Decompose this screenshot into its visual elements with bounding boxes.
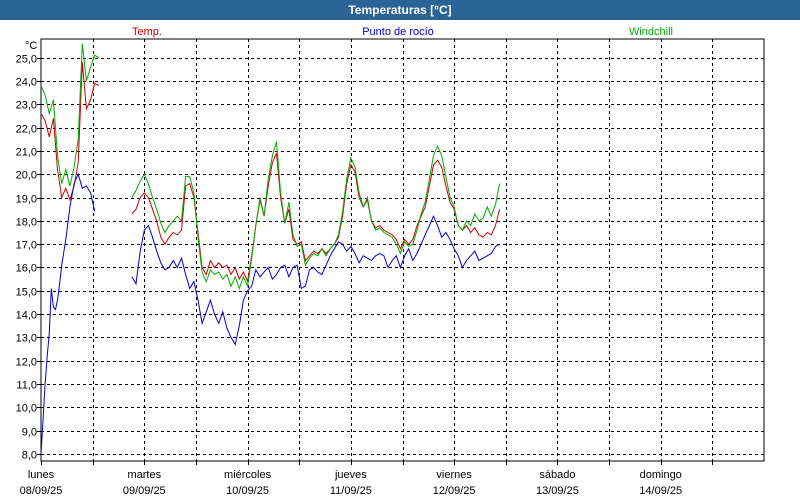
- x-tick-label-day: jueves: [334, 469, 367, 481]
- y-tick-label: 9,0: [22, 427, 37, 439]
- y-tick-label: 18,0: [16, 217, 37, 229]
- y-tick-label: 20,0: [16, 170, 37, 182]
- y-tick-label: 16,0: [16, 263, 37, 275]
- y-tick-label: 25,0: [16, 54, 37, 66]
- y-tick-label: 19,0: [16, 194, 37, 206]
- legend-entry: Temp.: [132, 26, 162, 38]
- y-tick-label: 14,0: [16, 310, 37, 322]
- x-tick-label-date: 09/09/25: [123, 485, 166, 497]
- y-tick-label: 13,0: [16, 333, 37, 345]
- x-tick-label-date: 12/09/25: [433, 485, 476, 497]
- window-title: Temperaturas [°C]: [0, 0, 800, 20]
- x-tick-label-date: 10/09/25: [226, 485, 269, 497]
- grid-layer: [40, 38, 765, 462]
- temperature-chart: 8,0 9,0 10,0 11,0 12,0 13,0 14,0 15,0 16,0 17,0 18…: [16, 26, 765, 497]
- y-axis-label: °C: [25, 40, 37, 52]
- plot-frame: [40, 38, 765, 462]
- x-tick-label-date: 14/09/25: [639, 485, 682, 497]
- y-tick-label: 21,0: [16, 147, 37, 159]
- x-tick-label-day: lunes: [28, 469, 55, 481]
- x-tick-label-day: sábado: [539, 469, 575, 481]
- legend-entry: Windchill: [629, 26, 673, 38]
- chart-window: Temperaturas [°C] 8,0 9,0 10,0 11,0 12,0 13,0…: [0, 0, 800, 500]
- y-tick-label: 17,0: [16, 240, 37, 252]
- y-tick-label: 15,0: [16, 287, 37, 299]
- x-tick-label-day: domingo: [640, 469, 682, 481]
- x-tick-label-day: miércoles: [224, 469, 272, 481]
- y-tick-label: 23,0: [16, 100, 37, 112]
- x-tick-label-date: 08/09/25: [20, 485, 63, 497]
- y-tick-label: 22,0: [16, 124, 37, 136]
- legend-entry: Punto de rocío: [362, 26, 434, 38]
- x-tick-label-day: martes: [127, 469, 161, 481]
- x-tick-label-day: viernes: [436, 469, 472, 481]
- x-tick-label-date: 11/09/25: [330, 485, 372, 497]
- y-tick-label: 24,0: [16, 77, 37, 89]
- y-tick-label: 12,0: [16, 357, 37, 369]
- y-tick-label: 8,0: [22, 450, 37, 462]
- y-tick-label: 10,0: [16, 403, 37, 415]
- x-tick-label-date: 13/09/25: [536, 485, 579, 497]
- y-tick-label: 11,0: [16, 380, 37, 392]
